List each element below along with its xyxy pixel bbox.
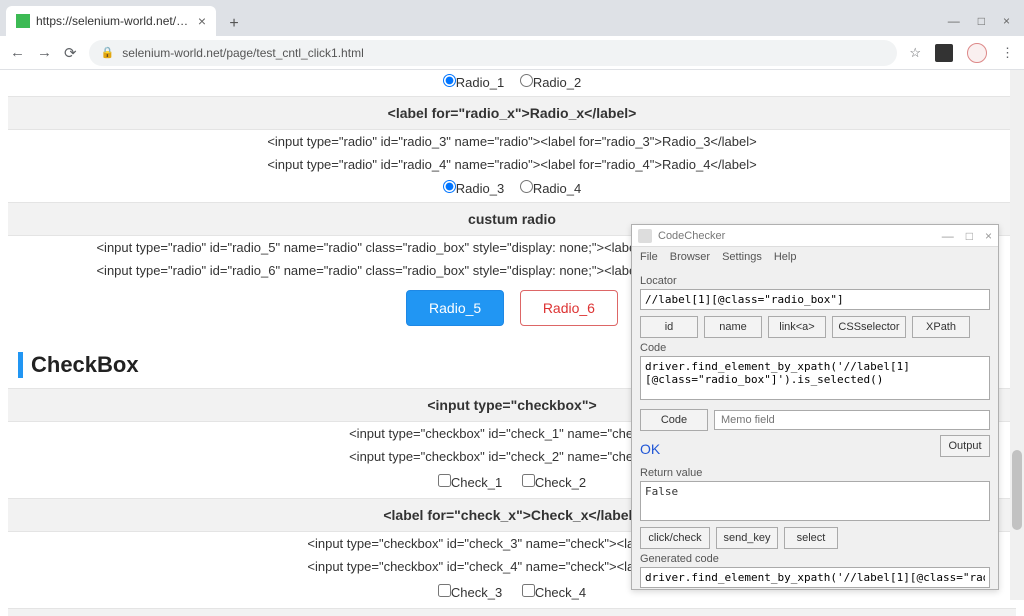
radio-1[interactable]: Radio_1 xyxy=(443,75,504,90)
url-input[interactable]: 🔒 selenium-world.net/page/test_cntl_clic… xyxy=(89,40,898,66)
id-button[interactable]: id xyxy=(640,316,698,338)
radio-6-button[interactable]: Radio_6 xyxy=(520,290,618,326)
check-3-input[interactable] xyxy=(438,584,451,597)
tab-title: https://selenium-world.net/page xyxy=(36,14,192,28)
generated-code-label: Generated code xyxy=(640,553,990,565)
check-4-input[interactable] xyxy=(522,584,535,597)
check-1-input[interactable] xyxy=(438,474,451,487)
radio-3-input[interactable] xyxy=(443,180,456,193)
cssselector-button[interactable]: CSSselector xyxy=(832,316,906,338)
menu-file[interactable]: File xyxy=(640,251,658,263)
scrollbar-thumb[interactable] xyxy=(1012,450,1022,530)
extension-icon[interactable] xyxy=(935,44,953,62)
radio-4[interactable]: Radio_4 xyxy=(520,181,581,196)
memo-input[interactable] xyxy=(714,410,990,430)
link-button[interactable]: link<a> xyxy=(768,316,826,338)
radio-5-button[interactable]: Radio_5 xyxy=(406,290,504,326)
check-2[interactable]: Check_2 xyxy=(522,475,586,490)
tool-titlebar[interactable]: CodeChecker — □ × xyxy=(632,225,998,247)
sendkey-button[interactable]: send_key xyxy=(716,527,778,549)
scrollbar-track[interactable] xyxy=(1010,70,1024,600)
menu-help[interactable]: Help xyxy=(774,251,797,263)
address-bar: ← → ⟳ 🔒 selenium-world.net/page/test_cnt… xyxy=(0,36,1024,70)
generated-code-output[interactable] xyxy=(640,567,990,588)
tool-menu-bar: File Browser Settings Help xyxy=(632,247,998,267)
tool-maximize-button[interactable]: □ xyxy=(966,229,973,243)
back-icon[interactable]: ← xyxy=(10,44,25,61)
window-close-button[interactable]: × xyxy=(1003,14,1010,28)
code-radio-4: <input type="radio" id="radio_4" name="r… xyxy=(8,153,1016,176)
check-3[interactable]: Check_3 xyxy=(438,585,502,600)
lock-icon: 🔒 xyxy=(101,46,115,59)
tool-minimize-button[interactable]: — xyxy=(942,229,954,243)
check-4[interactable]: Check_4 xyxy=(522,585,586,600)
new-tab-button[interactable]: + xyxy=(222,12,246,36)
code-label: Code xyxy=(640,342,990,354)
name-button[interactable]: name xyxy=(704,316,762,338)
select-button[interactable]: select xyxy=(784,527,838,549)
clickcheck-button[interactable]: click/check xyxy=(640,527,710,549)
radio-2[interactable]: Radio_2 xyxy=(520,75,581,90)
url-text: selenium-world.net/page/test_cntl_click1… xyxy=(122,46,363,60)
return-value-output: False xyxy=(640,481,990,521)
locator-label: Locator xyxy=(640,275,990,287)
tool-close-button[interactable]: × xyxy=(985,229,992,243)
locator-input[interactable] xyxy=(640,289,990,310)
check-2-input[interactable] xyxy=(522,474,535,487)
window-minimize-button[interactable]: — xyxy=(948,14,960,28)
xpath-button[interactable]: XPath xyxy=(912,316,970,338)
browser-menu-icon[interactable]: ⋮ xyxy=(1001,45,1014,61)
forward-icon[interactable]: → xyxy=(37,44,52,61)
ok-status: OK xyxy=(640,441,660,457)
close-tab-icon[interactable]: × xyxy=(198,13,206,29)
menu-browser[interactable]: Browser xyxy=(670,251,710,263)
browser-tab[interactable]: https://selenium-world.net/page × xyxy=(6,6,216,36)
radio-1-input[interactable] xyxy=(443,74,456,87)
return-value-label: Return value xyxy=(640,467,990,479)
radio-4-input[interactable] xyxy=(520,180,533,193)
bookmark-star-icon[interactable]: ☆ xyxy=(909,45,921,61)
tool-title: CodeChecker xyxy=(658,230,942,242)
radio-2-input[interactable] xyxy=(520,74,533,87)
window-maximize-button[interactable]: □ xyxy=(978,14,985,28)
codechecker-window: CodeChecker — □ × File Browser Settings … xyxy=(631,224,999,590)
code-button[interactable]: Code xyxy=(640,409,708,431)
code-input[interactable]: driver.find_element_by_xpath('//label[1]… xyxy=(640,356,990,400)
section-custom-checkbox: custum checkbox xyxy=(8,608,1016,616)
check-1[interactable]: Check_1 xyxy=(438,475,502,490)
profile-avatar-icon[interactable] xyxy=(967,43,987,63)
reload-icon[interactable]: ⟳ xyxy=(64,44,77,62)
radio-3[interactable]: Radio_3 xyxy=(443,181,504,196)
tool-app-icon xyxy=(638,229,652,243)
browser-tab-strip: https://selenium-world.net/page × + — □ … xyxy=(0,0,1024,36)
menu-settings[interactable]: Settings xyxy=(722,251,762,263)
code-radio-3: <input type="radio" id="radio_3" name="r… xyxy=(8,130,1016,153)
section-label-radio: <label for="radio_x">Radio_x</label> xyxy=(8,96,1016,130)
output-button[interactable]: Output xyxy=(940,435,990,457)
favicon-icon xyxy=(16,14,30,28)
